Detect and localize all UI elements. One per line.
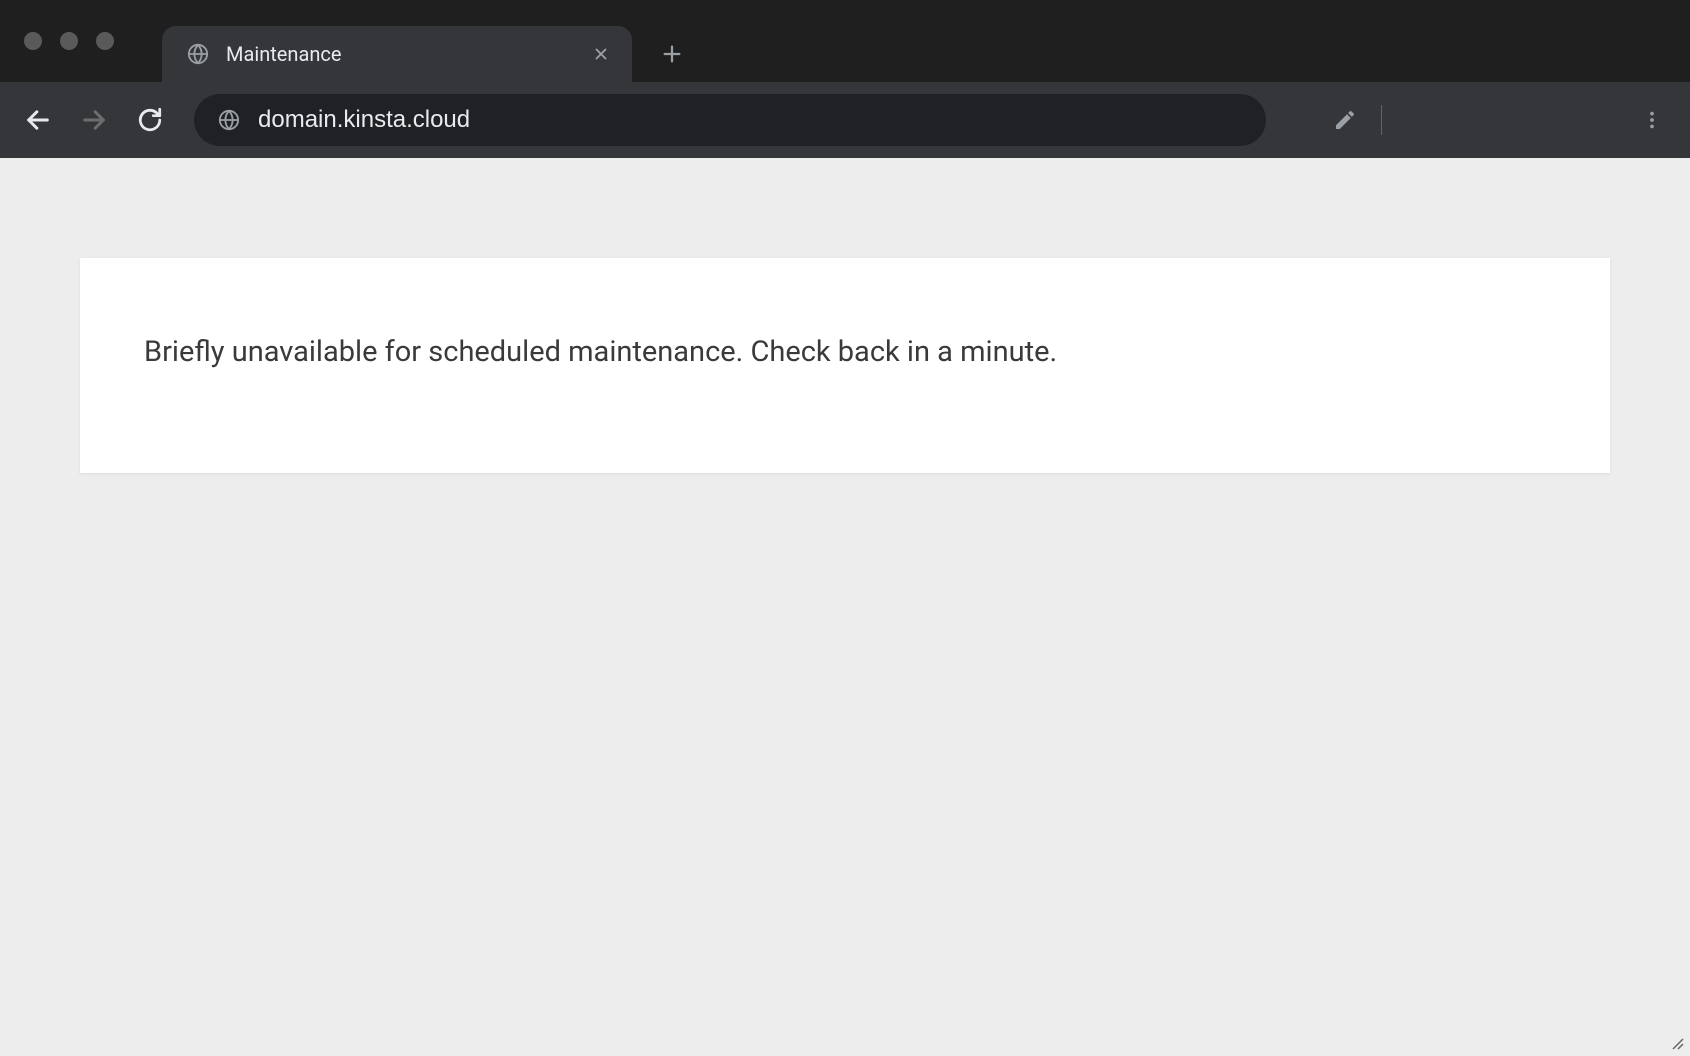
toolbar-separator (1381, 105, 1382, 135)
traffic-lights (24, 32, 114, 50)
window-minimize-button[interactable] (60, 32, 78, 50)
tab-strip: Maintenance (162, 0, 694, 82)
content-card: Briefly unavailable for scheduled mainte… (80, 258, 1610, 473)
close-tab-button[interactable] (590, 43, 612, 65)
toolbar-right (1321, 96, 1676, 144)
url-input[interactable] (258, 106, 1242, 134)
forward-button[interactable] (70, 96, 118, 144)
globe-icon (218, 109, 240, 131)
address-bar[interactable] (194, 94, 1266, 146)
menu-button[interactable] (1628, 96, 1676, 144)
back-button[interactable] (14, 96, 62, 144)
browser-tab[interactable]: Maintenance (162, 26, 632, 82)
window-close-button[interactable] (24, 32, 42, 50)
tab-title: Maintenance (226, 42, 574, 66)
window-titlebar: Maintenance (0, 0, 1690, 82)
resize-corner-icon (1668, 1034, 1684, 1050)
browser-toolbar (0, 82, 1690, 158)
edit-icon[interactable] (1321, 96, 1369, 144)
maintenance-message: Briefly unavailable for scheduled mainte… (144, 332, 1546, 373)
globe-icon (186, 42, 210, 66)
page-viewport: Briefly unavailable for scheduled mainte… (0, 158, 1690, 1056)
new-tab-button[interactable] (650, 32, 694, 76)
window-maximize-button[interactable] (96, 32, 114, 50)
reload-button[interactable] (126, 96, 174, 144)
